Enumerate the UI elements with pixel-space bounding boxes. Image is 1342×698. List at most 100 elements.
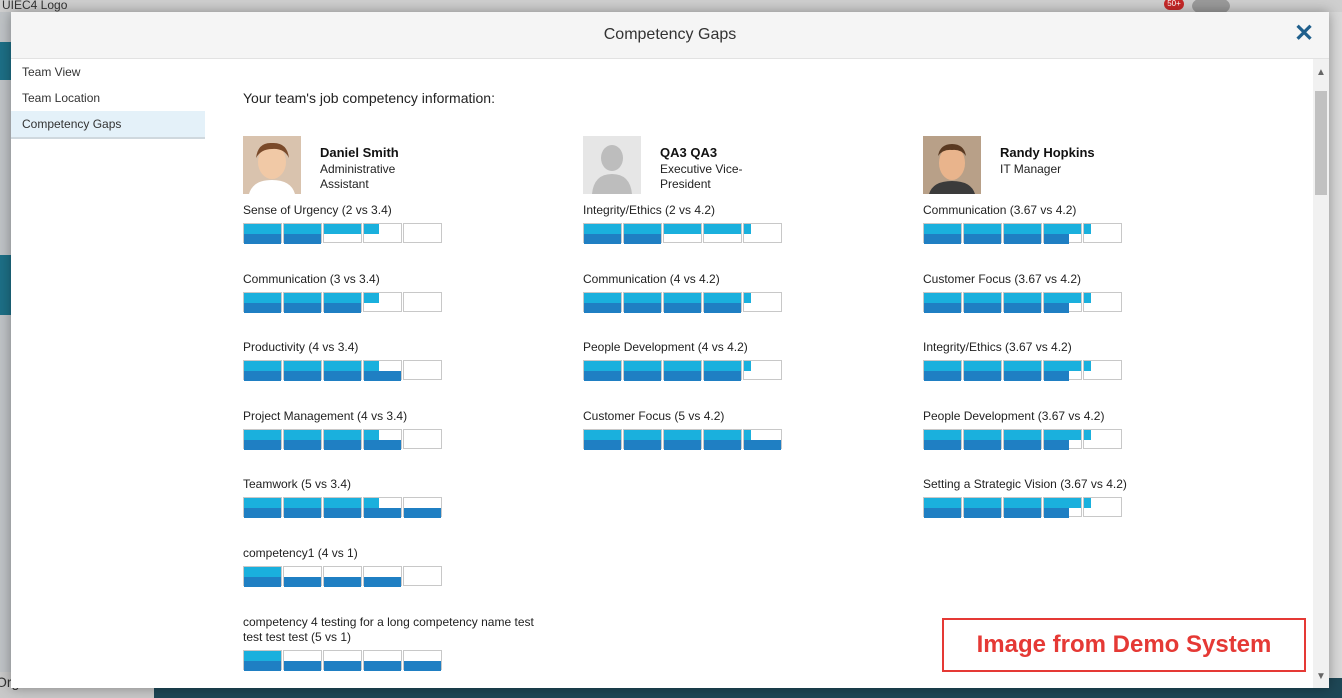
- notification-badge: 50+: [1164, 0, 1184, 10]
- competency-bar-segment: [243, 649, 282, 671]
- actual-level-fill: [324, 508, 361, 518]
- actual-level-fill: [364, 576, 401, 587]
- required-level-fill: [284, 224, 321, 234]
- actual-level-fill: [964, 371, 1001, 381]
- required-level-fill: [744, 224, 752, 234]
- competency-bar-segment: [243, 291, 282, 313]
- scroll-up-icon[interactable]: ▲: [1316, 67, 1326, 78]
- sidebar-item-team-view[interactable]: Team View: [11, 59, 205, 85]
- required-level-fill: [624, 292, 661, 303]
- actual-level-fill: [364, 371, 401, 381]
- actual-level-fill: [1004, 508, 1041, 518]
- competency-bar-segment: [583, 291, 622, 313]
- required-level-fill: [244, 650, 281, 661]
- required-level-fill: [704, 224, 741, 234]
- actual-level-fill: [624, 371, 661, 381]
- actual-level-fill: [1044, 371, 1069, 381]
- competency-item: Communication (3 vs 3.4): [243, 272, 563, 313]
- competency-item: Customer Focus (5 vs 4.2): [583, 409, 903, 450]
- competency-bar-segment: [923, 360, 962, 381]
- competency-bar-segment: [963, 428, 1002, 450]
- required-level-fill: [244, 566, 281, 577]
- content-area: Your team's job competency information: …: [243, 59, 1313, 688]
- required-level-fill: [624, 429, 661, 440]
- competency-bar-segment: [1083, 497, 1122, 517]
- required-level-fill: [924, 292, 961, 303]
- sidebar-item-team-location[interactable]: Team Location: [11, 85, 205, 111]
- actual-level-fill: [664, 439, 701, 450]
- scroll-down-icon[interactable]: ▼: [1316, 671, 1326, 682]
- required-level-fill: [584, 429, 621, 440]
- actual-level-fill: [324, 576, 361, 587]
- actual-level-fill: [284, 371, 321, 381]
- required-level-fill: [664, 361, 701, 371]
- competency-bar-segment: [283, 649, 322, 671]
- competency-bar-segment: [963, 497, 1002, 518]
- required-level-fill: [1084, 292, 1092, 303]
- person-job-title: Administrative Assistant: [320, 162, 396, 191]
- actual-level-fill: [744, 439, 781, 450]
- modal-header: Competency Gaps ✕: [11, 12, 1329, 59]
- required-level-fill: [284, 498, 321, 508]
- required-level-fill: [364, 361, 379, 371]
- required-level-fill: [584, 224, 621, 234]
- required-level-fill: [924, 361, 961, 371]
- required-level-fill: [1084, 361, 1092, 371]
- competency-gaps-modal: Competency Gaps ✕ Team View Team Locatio…: [11, 12, 1329, 688]
- required-level-fill: [964, 498, 1001, 508]
- competency-bar-segment: [243, 223, 282, 244]
- actual-level-fill: [324, 302, 361, 313]
- competency-bar-segment: [323, 497, 362, 518]
- competency-bar-segment: [1003, 497, 1042, 518]
- competency-bar-segment: [283, 223, 322, 244]
- required-level-fill: [1044, 292, 1081, 303]
- required-level-fill: [584, 361, 621, 371]
- required-level-fill: [924, 429, 961, 440]
- required-level-fill: [1004, 429, 1041, 440]
- competency-label: Setting a Strategic Vision (3.67 vs 4.2): [923, 477, 1127, 491]
- actual-level-fill: [1004, 439, 1041, 450]
- competency-bar-segment: [1043, 223, 1082, 244]
- person-job-title: Executive Vice-President: [660, 162, 743, 191]
- actual-level-fill: [324, 439, 361, 450]
- competency-label: Customer Focus (3.67 vs 4.2): [923, 271, 1082, 286]
- person-photo-icon: [243, 136, 301, 194]
- required-level-fill: [1004, 361, 1041, 371]
- close-icon[interactable]: ✕: [1293, 22, 1315, 46]
- competency-item: Customer Focus (3.67 vs 4.2): [923, 271, 1243, 313]
- competency-bar-segment: [363, 291, 402, 312]
- actual-level-fill: [584, 371, 621, 381]
- required-level-fill: [1084, 498, 1092, 508]
- competency-bar: [243, 565, 563, 587]
- required-level-fill: [324, 224, 361, 234]
- actual-level-fill: [964, 508, 1001, 518]
- competency-bar-segment: [1043, 428, 1082, 450]
- competency-bar-segment: [963, 223, 1002, 244]
- competency-bar-segment: [403, 428, 442, 449]
- competency-bar-segment: [663, 223, 702, 243]
- competency-label: Integrity/Ethics (2 vs 4.2): [583, 203, 716, 217]
- actual-level-fill: [284, 660, 321, 671]
- required-level-fill: [324, 361, 361, 371]
- competency-bar: [243, 649, 563, 671]
- actual-level-fill: [244, 302, 281, 313]
- scroll-thumb[interactable]: [1315, 91, 1327, 195]
- person-header: QA3 QA3 Executive Vice-President: [583, 136, 923, 194]
- required-level-fill: [364, 498, 379, 508]
- actual-level-fill: [924, 302, 961, 313]
- sidebar-item-competency-gaps[interactable]: Competency Gaps: [11, 111, 205, 139]
- competency-item: Productivity (4 vs 3.4): [243, 340, 563, 381]
- vertical-scrollbar[interactable]: ▲ ▼: [1313, 59, 1329, 688]
- required-level-fill: [1084, 224, 1092, 234]
- actual-level-fill: [1044, 508, 1069, 518]
- person-header: Daniel Smith Administrative Assistant: [243, 136, 583, 194]
- background-topbar: [0, 0, 1342, 12]
- actual-level-fill: [284, 302, 321, 313]
- background-logo: UIEC4 Logo: [2, 0, 68, 12]
- actual-level-fill: [364, 508, 401, 518]
- person-name: QA3 QA3: [660, 145, 718, 160]
- competency-bar-segment: [1043, 360, 1082, 381]
- actual-level-fill: [924, 371, 961, 381]
- actual-level-fill: [1004, 302, 1041, 313]
- required-level-fill: [364, 224, 379, 234]
